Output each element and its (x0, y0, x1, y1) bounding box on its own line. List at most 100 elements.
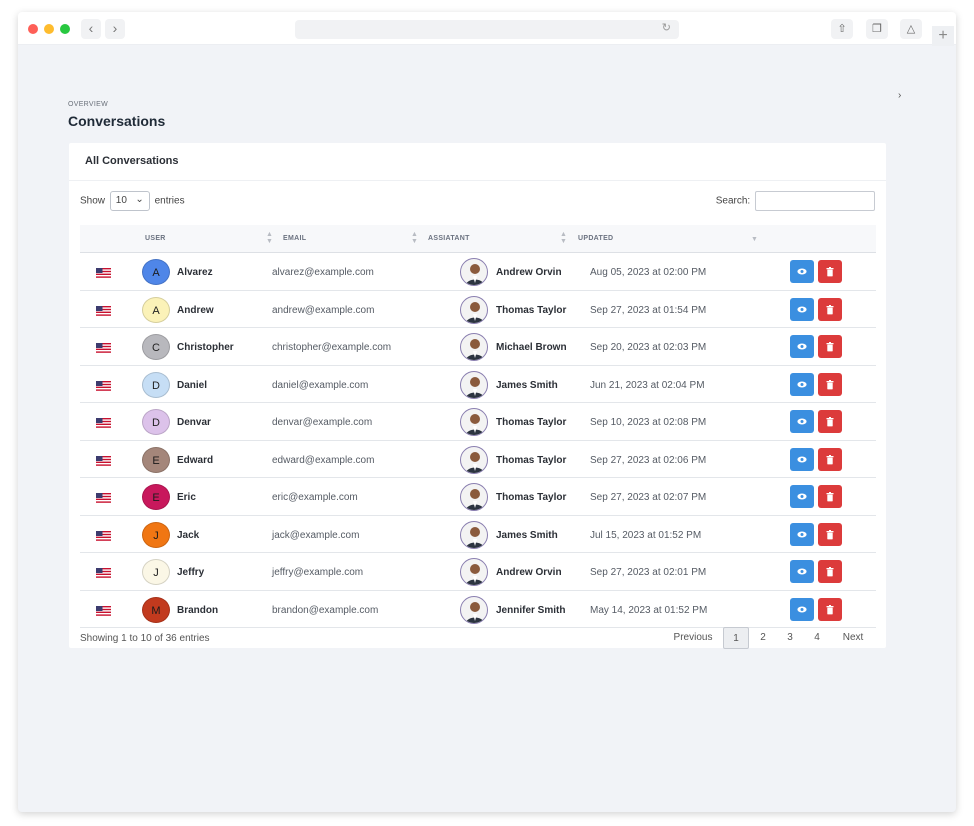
column-header-user[interactable]: USER (145, 235, 166, 242)
forward-button[interactable]: › (105, 19, 125, 39)
new-tab-button[interactable]: + (932, 26, 954, 46)
delete-button[interactable] (818, 335, 842, 358)
tabs-overview-icon[interactable]: ❐ (866, 19, 888, 39)
delete-button[interactable] (818, 260, 842, 283)
delete-button[interactable] (818, 447, 842, 471)
updated-timestamp: Sep 27, 2023 at 02:07 PM (590, 492, 707, 503)
user-avatar: M (142, 596, 170, 623)
column-header-assistant[interactable]: ASSIATANT (428, 235, 470, 242)
table-row: E Edward edward@example.com Thomas Taylor Se… (80, 441, 876, 478)
conversations-card: All Conversations Show 10 ⌄ entries Sear… (69, 143, 886, 649)
view-button[interactable] (790, 260, 814, 283)
assistant-name: Jennifer Smith (496, 604, 566, 616)
view-button[interactable] (790, 485, 814, 508)
user-name: Daniel (177, 379, 208, 391)
back-button[interactable]: ‹ (81, 19, 101, 39)
page-title: Conversations (68, 113, 166, 129)
assistant-avatar (460, 520, 488, 549)
assistant-name: Michael Brown (496, 342, 567, 353)
us-flag-icon (96, 303, 111, 316)
view-button[interactable] (790, 447, 814, 471)
entries-per-page-select[interactable]: 10 ⌄ (109, 191, 150, 211)
updated-timestamp: May 14, 2023 at 01:52 PM (590, 604, 708, 616)
sort-icon[interactable]: ▲ ▼ (560, 231, 567, 245)
close-window-button[interactable] (28, 24, 38, 34)
table-row: E Eric eric@example.com Thomas Taylor Sep 27… (80, 478, 876, 516)
chevron-down-icon: ⌄ (135, 194, 144, 205)
table-row: A Andrew andrew@example.com Thomas Taylor Se… (80, 291, 876, 328)
delete-button[interactable] (818, 372, 842, 396)
table-row: M Brandon brandon@example.com Jennifer Smit… (80, 591, 876, 628)
user-name: Christopher (177, 342, 234, 353)
pagination-previous[interactable]: Previous (673, 627, 713, 649)
pagination-page-3[interactable]: 3 (779, 627, 801, 649)
user-email: brandon@example.com (272, 604, 379, 616)
pagination-page-2[interactable]: 2 (752, 627, 774, 649)
search-input[interactable] (755, 191, 875, 211)
user-avatar: J (142, 521, 170, 548)
address-bar[interactable]: ↻ (295, 20, 679, 39)
user-avatar: J (142, 559, 170, 585)
pagination-page-1[interactable]: 1 (723, 627, 749, 649)
pagination-next[interactable]: Next (838, 627, 868, 649)
maximize-window-button[interactable] (60, 24, 70, 34)
delete-button[interactable] (818, 410, 842, 433)
user-email: andrew@example.com (272, 304, 375, 316)
user-email: alvarez@example.com (272, 267, 374, 278)
search-control: Search: (716, 191, 875, 211)
updated-timestamp: Sep 27, 2023 at 02:06 PM (590, 454, 707, 466)
updated-timestamp: Sep 20, 2023 at 02:03 PM (590, 342, 707, 353)
user-name: Denvar (177, 417, 211, 428)
user-name: Alvarez (177, 267, 213, 278)
assistant-name: Thomas Taylor (496, 454, 567, 466)
share-icon[interactable]: ⇧ (831, 19, 853, 39)
us-flag-icon (96, 603, 111, 616)
pagination-page-4[interactable]: 4 (806, 627, 828, 649)
view-button[interactable] (790, 410, 814, 433)
reload-icon[interactable]: ↻ (662, 21, 671, 34)
sort-desc-icon[interactable]: ▼ (751, 236, 758, 243)
view-button[interactable] (790, 335, 814, 358)
us-flag-icon (96, 490, 111, 503)
browser-titlebar: ‹ › ↻ ⇧ ❐ △ (18, 12, 956, 45)
delete-button[interactable] (818, 560, 842, 583)
entries-per-page-value: 10 (115, 195, 127, 206)
user-name: Jack (177, 529, 200, 541)
user-avatar: D (142, 371, 170, 398)
view-button[interactable] (790, 522, 814, 546)
user-avatar: C (142, 334, 170, 360)
us-flag-icon (96, 453, 111, 466)
column-header-email[interactable]: EMAIL (283, 235, 306, 242)
assistant-name: Thomas Taylor (496, 417, 567, 428)
delete-button[interactable] (818, 485, 842, 508)
entries-label: entries (154, 195, 185, 207)
download-icon[interactable]: △ (900, 19, 922, 39)
chevron-right-icon[interactable]: › (898, 90, 901, 101)
view-button[interactable] (790, 372, 814, 396)
assistant-avatar (460, 483, 488, 511)
user-avatar: E (142, 484, 170, 510)
sort-icon[interactable]: ▲ ▼ (411, 231, 418, 245)
table-row: D Denvar denvar@example.com Thomas Taylor Se… (80, 403, 876, 441)
view-button[interactable] (790, 597, 814, 621)
minimize-window-button[interactable] (44, 24, 54, 34)
delete-button[interactable] (818, 297, 842, 321)
us-flag-icon (96, 378, 111, 391)
user-email: eric@example.com (272, 492, 358, 503)
view-button[interactable] (790, 560, 814, 583)
assistant-avatar (460, 258, 488, 286)
user-avatar: E (142, 446, 170, 473)
assistant-name: Thomas Taylor (496, 492, 567, 503)
conversations-table-body: A Alvarez alvarez@example.com Andrew Orvin A… (80, 253, 876, 628)
assistant-avatar (460, 370, 488, 399)
delete-button[interactable] (818, 597, 842, 621)
sort-icon[interactable]: ▲ ▼ (266, 231, 273, 245)
updated-timestamp: Sep 27, 2023 at 02:01 PM (590, 567, 707, 578)
us-flag-icon (96, 415, 111, 428)
column-header-updated[interactable]: UPDATED (578, 235, 613, 242)
updated-timestamp: Jul 15, 2023 at 01:52 PM (590, 529, 702, 541)
view-button[interactable] (790, 297, 814, 321)
assistant-avatar (460, 445, 488, 474)
assistant-name: Andrew Orvin (496, 267, 562, 278)
delete-button[interactable] (818, 522, 842, 546)
